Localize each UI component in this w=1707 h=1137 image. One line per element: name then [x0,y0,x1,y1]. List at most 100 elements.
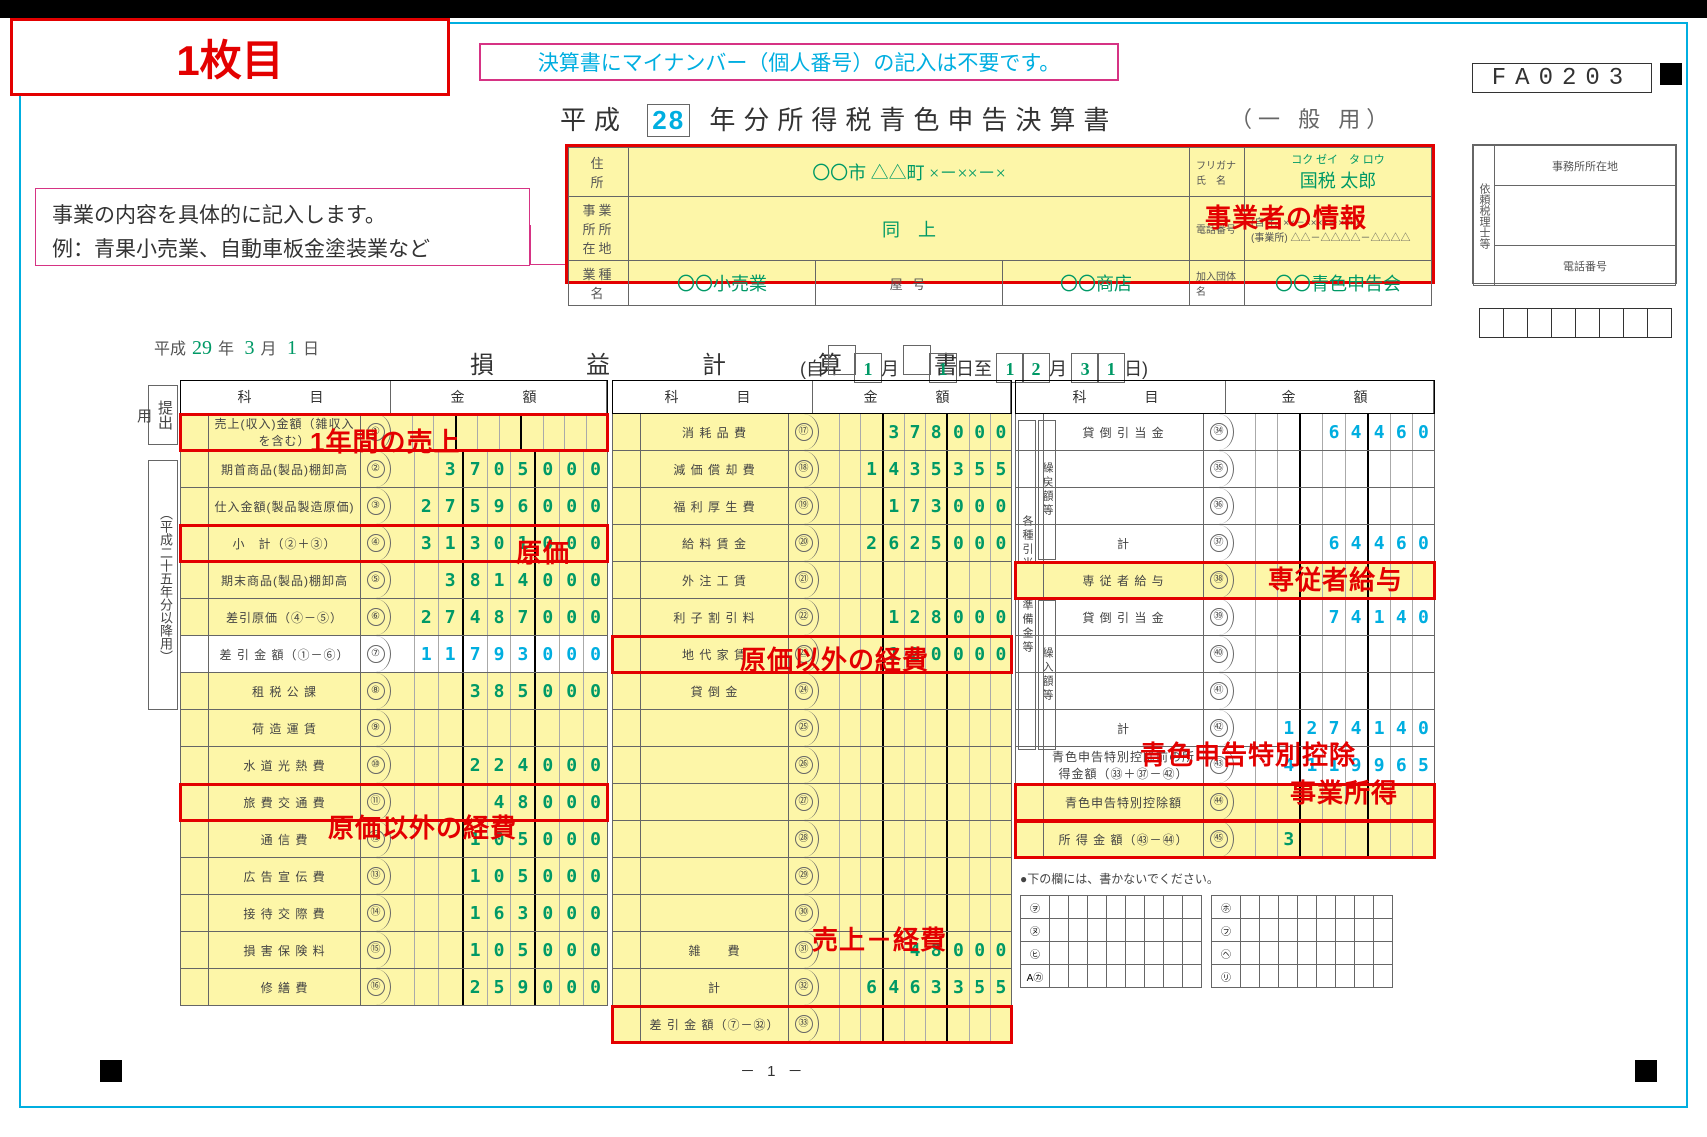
date-line: 平成29年 3月 1日 [154,335,319,360]
amount-cells: 1435355 [819,451,1011,487]
row-num: ⑦ [361,636,391,672]
amount-cells: 6463355 [819,969,1011,1005]
table-row: 所 得 金 額（㊸－㊹）㊺3 [1015,821,1435,858]
row-num: ⑱ [789,451,819,487]
top-black-bar [0,0,1707,18]
row-num: ⑬ [361,858,391,894]
shop-label: 屋 号 [816,261,1003,306]
row-label: 雑 費 [641,932,789,968]
desc-line1: 事業の内容を具体的に記入します。 [52,199,513,233]
page-number-overlay: 1枚目 [10,18,450,96]
annot-info: 事業者の情報 [1205,198,1367,235]
amount-cells [819,784,1011,820]
table-row: 計㊲64460 [1015,525,1435,562]
row-num: ㉖ [789,747,819,783]
table-row: 差 引 金 額（⑦－㉜）㉝ [612,1006,1012,1043]
row-num: ㉝ [789,1006,819,1042]
amount-cells [1234,673,1434,709]
black-cells-right [1480,308,1672,341]
bizaddr-value: 同 上 [629,197,1190,261]
notice: 決算書にマイナンバー（個人番号）の記入は不要です。 [479,43,1119,81]
office-advisor [1495,186,1676,246]
hdr-amount3: 金 額 [1226,381,1434,413]
row-label: 貸 倒 引 当 金 [1044,414,1204,450]
row-num: ㊱ [1204,488,1234,524]
amount-cells [819,821,1011,857]
annot-tokujo: 青色申告特別控除 [1140,735,1356,772]
row-label: 減 価 償 却 費 [641,451,789,487]
row-label: 貸 倒 引 当 金 [1044,599,1204,635]
row-num: ⑰ [789,414,819,450]
row-label: 利 子 割 引 料 [641,599,789,635]
row-label [1044,673,1204,709]
row-label [641,821,789,857]
table-row: ㉗ [612,784,1012,821]
amount-cells: 163000 [391,895,607,931]
table-row: 計㉜6463355 [612,969,1012,1006]
row-num: ⑧ [361,673,391,709]
row-label [1044,636,1204,672]
bizaddr-label: 事業所所在地 [569,197,629,261]
row-num: ㉘ [789,821,819,857]
table-row: 仕入金額(製品製造原価)③27596000 [180,488,608,525]
row-num: ⑯ [361,969,391,1005]
col2-header: 科 目 金 額 [612,380,1012,414]
amount-cells [819,562,1011,598]
assoc-label: 加入団体名 [1190,261,1245,306]
row-label: 計 [641,969,789,1005]
row-label: 給 料 賃 金 [641,525,789,561]
table-row: ㉟ [1015,451,1435,488]
table-row: ㉕ [612,710,1012,747]
amount-cells [1234,488,1434,524]
row-num: ㉕ [789,710,819,746]
hdr-amount: 金 額 [391,381,607,413]
row-num: ③ [361,488,391,524]
description-box: 事業の内容を具体的に記入します。 例：青果小売業、自動車板金塗装業など [35,188,530,266]
row-num: ㉒ [789,599,819,635]
col1-header: 科 目 金 額 [180,380,608,414]
hdr-amount2: 金 額 [813,381,1011,413]
row-label: 小 計（②＋③） [209,525,361,561]
amount-cells: 128000 [819,599,1011,635]
row-num: ㉜ [789,969,819,1005]
row-label: 貸 倒 金 [641,673,789,709]
footer-note2: ●下の欄には、書かないでください。 [1020,870,1219,887]
row-label [1044,451,1204,487]
row-label [641,710,789,746]
amount-cells [819,858,1011,894]
bottom-grid: ㋾㋭㋦㋫㋪㋬A㋕㋷ [1020,895,1392,987]
amount-cells: 105000 [391,858,607,894]
table-row: 福 利 厚 生 費⑲173000 [612,488,1012,525]
row-num: ㉟ [1204,451,1234,487]
row-label: 租 税 公 課 [209,673,361,709]
row-num: ⑭ [361,895,391,931]
row-label: 外 注 工 賃 [641,562,789,598]
pl-period: (自 1月 1日至 12月 31日) [800,345,1148,383]
row-num: ㊴ [1204,599,1234,635]
black-marker-bl [100,1060,122,1082]
amount-cells: 224000 [391,747,607,783]
row-label: 仕入金額(製品製造原価) [209,488,361,524]
row-label: 修 繕 費 [209,969,361,1005]
table-row: ㉙ [612,858,1012,895]
annot-exp1: 原価以外の経費 [328,808,517,845]
table-row: 外 注 工 賃㉑ [612,562,1012,599]
amount-cells: 173000 [819,488,1011,524]
amount-cells [391,710,607,746]
row-num: ㉗ [789,784,819,820]
amount-cells [819,673,1011,709]
amount-cells: 259000 [391,969,607,1005]
row-num: ⑤ [361,562,391,598]
amount-cells: 3814000 [391,562,607,598]
annot-sales: 1年間の売上 [310,422,460,459]
desc-connector [530,225,565,265]
table-row: 接 待 交 際 費⑭163000 [180,895,608,932]
row-num: ㊹ [1204,784,1234,820]
row-num: ⑲ [789,488,819,524]
row-num: ㊶ [1204,673,1234,709]
table-row: ㊶ [1015,673,1435,710]
amount-cells: 27596000 [391,488,607,524]
table-row: 荷 造 運 賃⑨ [180,710,608,747]
table-row: 差 引 金 額（①－⑥）⑦11793000 [180,636,608,673]
row-num: ㉙ [789,858,819,894]
